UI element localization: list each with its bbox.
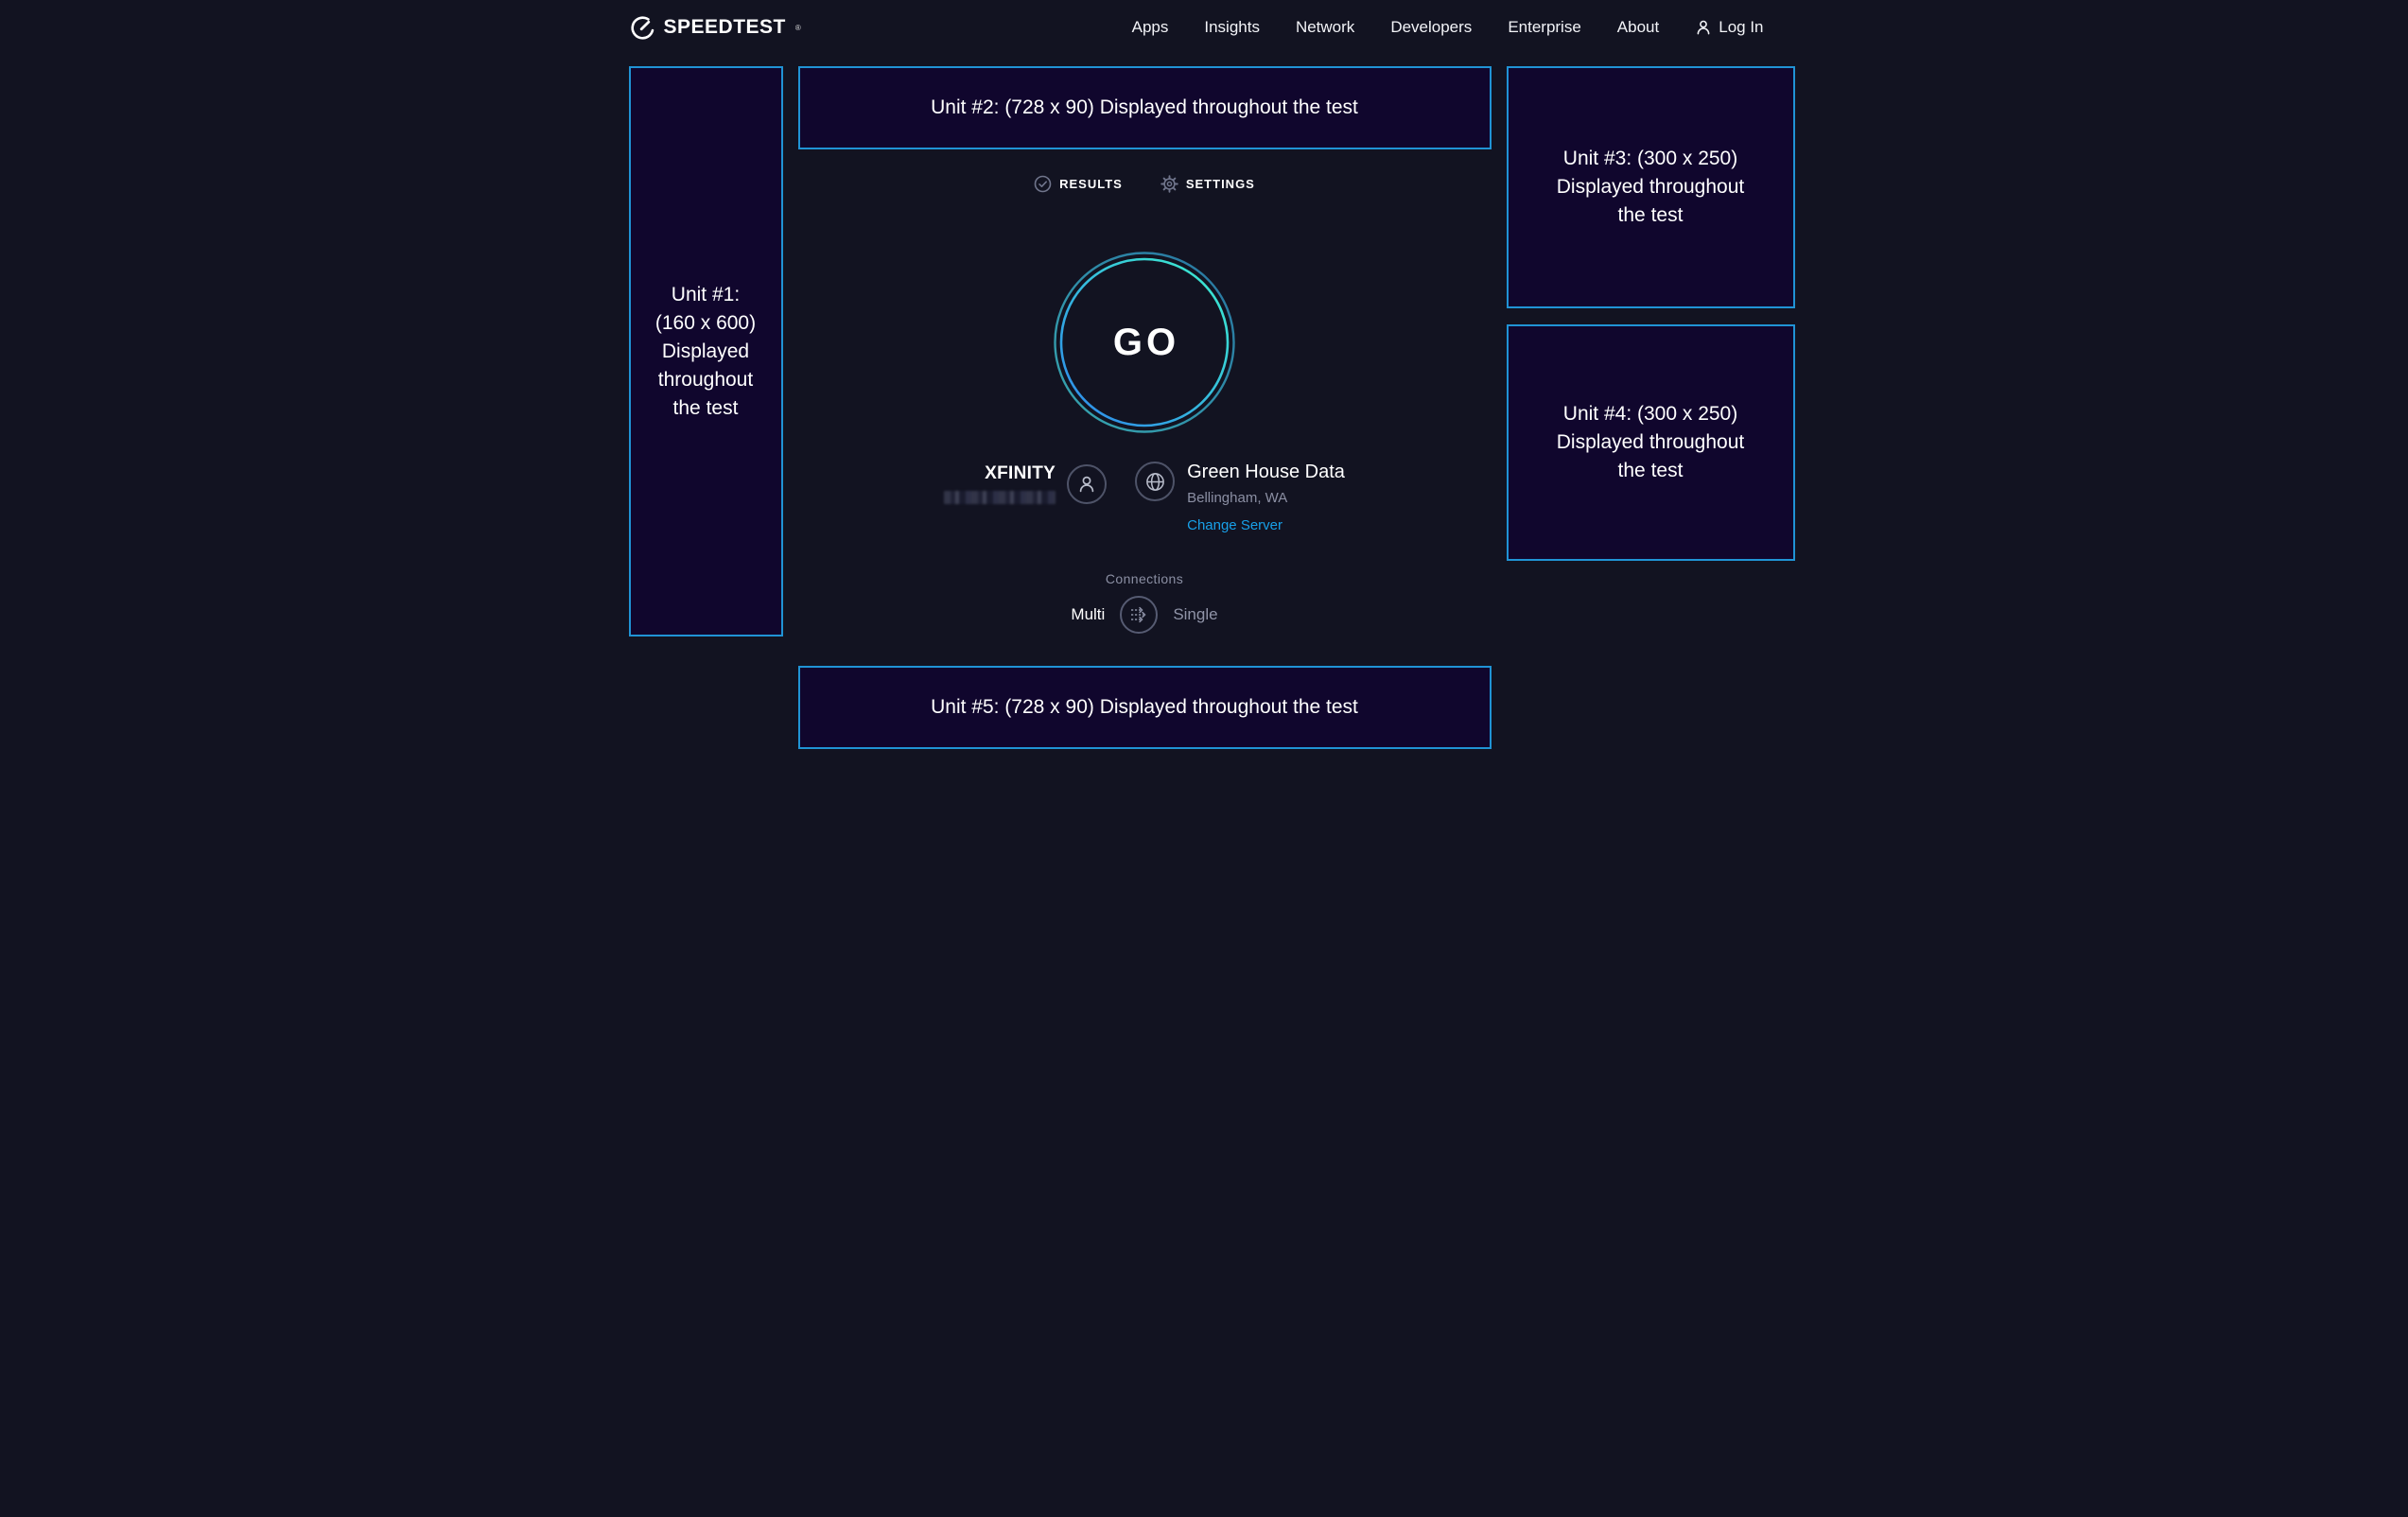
server-icon-circle[interactable]: [1135, 462, 1175, 501]
ad-unit-5[interactable]: Unit #5: (728 x 90) Displayed throughout…: [798, 666, 1492, 749]
nav-item-insights[interactable]: Insights: [1204, 18, 1260, 37]
tab-bar: RESULTS: [1034, 175, 1255, 193]
tab-results-label: RESULTS: [1059, 177, 1123, 191]
content-layout: Unit #1: (160 x 600) Displayed throughou…: [602, 55, 1806, 749]
connections-multi-option[interactable]: Multi: [1071, 605, 1105, 624]
go-button-label: GO: [1054, 252, 1235, 433]
nav-item-network[interactable]: Network: [1296, 18, 1354, 37]
nav-item-about[interactable]: About: [1617, 18, 1659, 37]
speedtest-page: SPEEDTEST ® Apps Insights Network Develop…: [602, 0, 1806, 758]
person-icon: [1695, 19, 1712, 36]
multi-arrows-icon: [1127, 603, 1150, 626]
right-ad-column: Unit #3: (300 x 250) Displayed throughou…: [1507, 66, 1795, 749]
ad-unit-4[interactable]: Unit #4: (300 x 250) Displayed throughou…: [1507, 324, 1795, 561]
ad-unit-2[interactable]: Unit #2: (728 x 90) Displayed throughout…: [798, 66, 1492, 149]
tab-results[interactable]: RESULTS: [1034, 175, 1123, 193]
tab-settings[interactable]: SETTINGS: [1160, 175, 1255, 193]
speedometer-icon: [630, 15, 655, 41]
connections-section: Connections Multi: [1071, 571, 1217, 634]
person-icon: [1076, 474, 1097, 495]
login-label: Log In: [1719, 18, 1763, 37]
gear-icon: [1160, 175, 1178, 193]
server-location: Bellingham, WA: [1187, 490, 1345, 506]
nav-item-developers[interactable]: Developers: [1390, 18, 1472, 37]
connections-toggle: Multi: [1071, 596, 1217, 634]
isp-block: XFINITY: [944, 463, 1107, 504]
server-block: Green House Data Bellingham, WA Change S…: [1135, 462, 1345, 533]
go-button[interactable]: GO: [1054, 252, 1235, 433]
logo-trademark: ®: [795, 24, 801, 32]
server-name: Green House Data: [1187, 462, 1345, 483]
login-button[interactable]: Log In: [1695, 18, 1763, 37]
top-nav-bar: SPEEDTEST ® Apps Insights Network Develop…: [602, 0, 1806, 55]
logo-wordmark: SPEEDTEST: [664, 16, 786, 39]
change-server-link[interactable]: Change Server: [1187, 517, 1345, 533]
tab-settings-label: SETTINGS: [1186, 177, 1255, 191]
connections-toggle-button[interactable]: [1120, 596, 1158, 634]
isp-icon-circle[interactable]: [1067, 464, 1107, 504]
nav-item-apps[interactable]: Apps: [1132, 18, 1169, 37]
connection-info-row: XFINITY: [944, 462, 1345, 533]
isp-name: XFINITY: [985, 463, 1056, 484]
ad-unit-1[interactable]: Unit #1: (160 x 600) Displayed throughou…: [629, 66, 783, 636]
main-nav: Apps Insights Network Developers Enterpr…: [1132, 18, 1764, 37]
nav-item-enterprise[interactable]: Enterprise: [1508, 18, 1580, 37]
redacted-ip-blur: [944, 491, 1056, 504]
check-circle-icon: [1034, 175, 1052, 193]
main-column: Unit #2: (728 x 90) Displayed throughout…: [798, 66, 1492, 749]
connections-single-option[interactable]: Single: [1173, 605, 1217, 624]
connections-label: Connections: [1106, 571, 1183, 586]
ad-unit-3[interactable]: Unit #3: (300 x 250) Displayed throughou…: [1507, 66, 1795, 308]
globe-icon: [1144, 471, 1166, 493]
speedtest-logo[interactable]: SPEEDTEST ®: [630, 15, 801, 41]
